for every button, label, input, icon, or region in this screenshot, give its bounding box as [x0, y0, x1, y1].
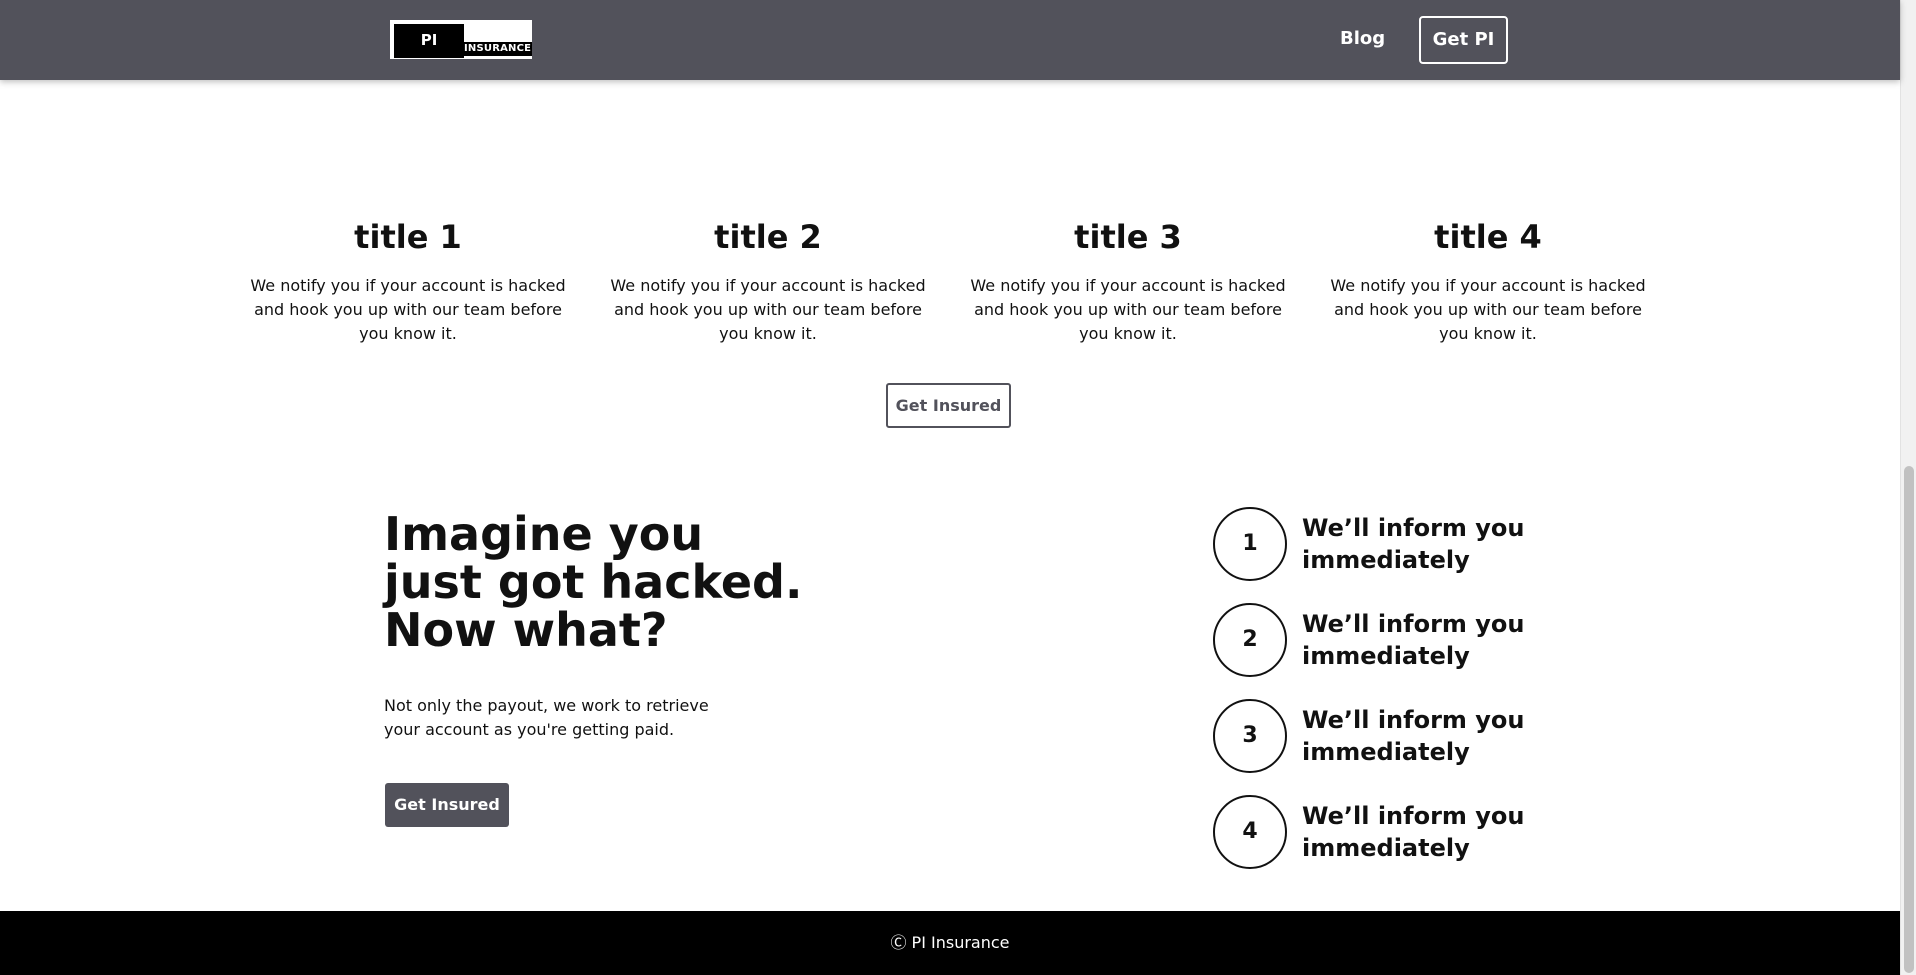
feature-card: title 2 We notify you if your account is…: [603, 215, 933, 346]
page: PI INSURANCE Blog Get PI title 1 We noti…: [0, 0, 1916, 975]
get-pi-button[interactable]: Get PI: [1419, 16, 1508, 64]
feature-card: title 4 We notify you if your account is…: [1323, 215, 1653, 346]
step-number: 1: [1213, 507, 1287, 581]
step-number: 3: [1213, 699, 1287, 773]
step-text: We’ll inform you immediately: [1302, 514, 1525, 574]
feature-text: We notify you if your account is hacked …: [610, 276, 926, 343]
page-scrollbar[interactable]: [1900, 0, 1916, 975]
logo-sub-text: INSURANCE: [464, 42, 532, 56]
feature-title: title 4: [1434, 218, 1542, 256]
logo-main-text: PI: [420, 31, 438, 49]
feature-title: title 1: [354, 218, 462, 256]
step-number: 4: [1213, 795, 1287, 869]
step-text: We’ll inform you immediately: [1302, 706, 1525, 766]
step-item: 4 We’ll inform you immediately: [1213, 795, 1553, 871]
feature-title: title 2: [714, 218, 822, 256]
footer: Ⓒ PI Insurance: [0, 911, 1900, 975]
get-insured-primary-button[interactable]: Get Insured: [385, 783, 509, 827]
logo-block: PI: [394, 24, 464, 58]
feature-title: title 3: [1074, 218, 1182, 256]
feature-text: We notify you if your account is hacked …: [1330, 276, 1646, 343]
feature-text: We notify you if your account is hacked …: [250, 276, 566, 343]
feature-card: title 3 We notify you if your account is…: [963, 215, 1293, 346]
get-insured-button[interactable]: Get Insured: [886, 383, 1011, 428]
step-text: We’ll inform you immediately: [1302, 802, 1525, 862]
nav-link-blog[interactable]: Blog: [1340, 28, 1385, 49]
step-item: 3 We’ll inform you immediately: [1213, 699, 1553, 775]
navbar: PI INSURANCE Blog Get PI: [0, 0, 1900, 80]
step-number: 2: [1213, 603, 1287, 677]
footer-copyright: Ⓒ PI Insurance: [890, 933, 1010, 952]
feature-card: title 1 We notify you if your account is…: [243, 215, 573, 346]
step-text: We’ll inform you immediately: [1302, 610, 1525, 670]
feature-text: We notify you if your account is hacked …: [970, 276, 1286, 343]
step-item: 2 We’ll inform you immediately: [1213, 603, 1553, 679]
hacked-heading: Imagine you just got hacked. Now what?: [384, 507, 803, 657]
scrollbar-thumb[interactable]: [1904, 466, 1914, 973]
logo[interactable]: PI INSURANCE: [390, 20, 532, 59]
step-item: 1 We’ll inform you immediately: [1213, 507, 1553, 583]
hacked-description: Not only the payout, we work to retrieve…: [384, 696, 709, 739]
